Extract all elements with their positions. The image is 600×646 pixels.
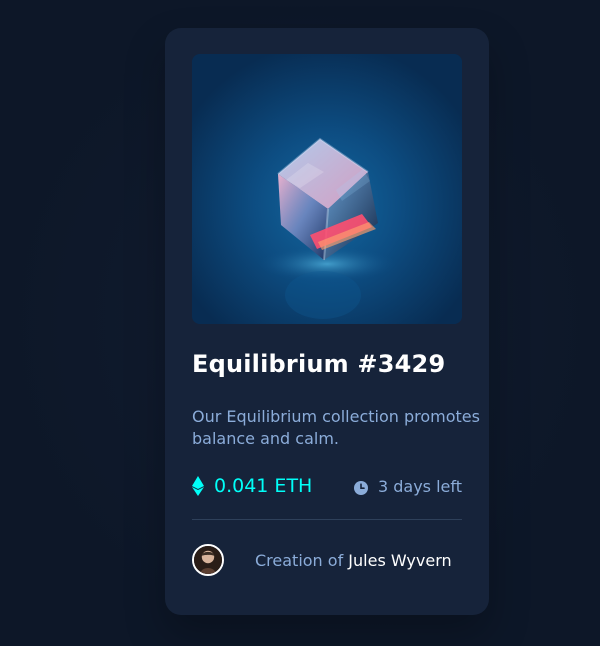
card-divider: [192, 519, 462, 520]
creator-prefix: Creation of: [255, 550, 349, 570]
card-meta: 0.041 ETH 3 days left: [192, 475, 462, 501]
price-value: 0.041 ETH: [214, 475, 313, 497]
card-description: Our Equilibrium collection promotes bala…: [192, 407, 480, 448]
creator-name[interactable]: Jules Wyvern: [348, 551, 451, 570]
clock-icon: [353, 480, 368, 495]
creator-info: Creation of Jules Wyvern: [192, 544, 482, 576]
avatar: [192, 544, 224, 576]
nft-image[interactable]: [192, 54, 462, 324]
price-info: 0.041 ETH: [192, 475, 312, 497]
cube-image: [192, 54, 462, 324]
page: Equilibrium #3429 Our Equilibrium collec…: [0, 0, 600, 646]
nft-card: Equilibrium #3429 Our Equilibrium collec…: [165, 28, 489, 615]
creator-text: Creation of Jules Wyvern: [255, 551, 452, 570]
time-left-value: 3 days left: [377, 477, 462, 496]
time-left: 3 days left: [353, 477, 462, 496]
ethereum-icon: [192, 476, 204, 496]
card-title[interactable]: Equilibrium #3429: [192, 350, 445, 378]
